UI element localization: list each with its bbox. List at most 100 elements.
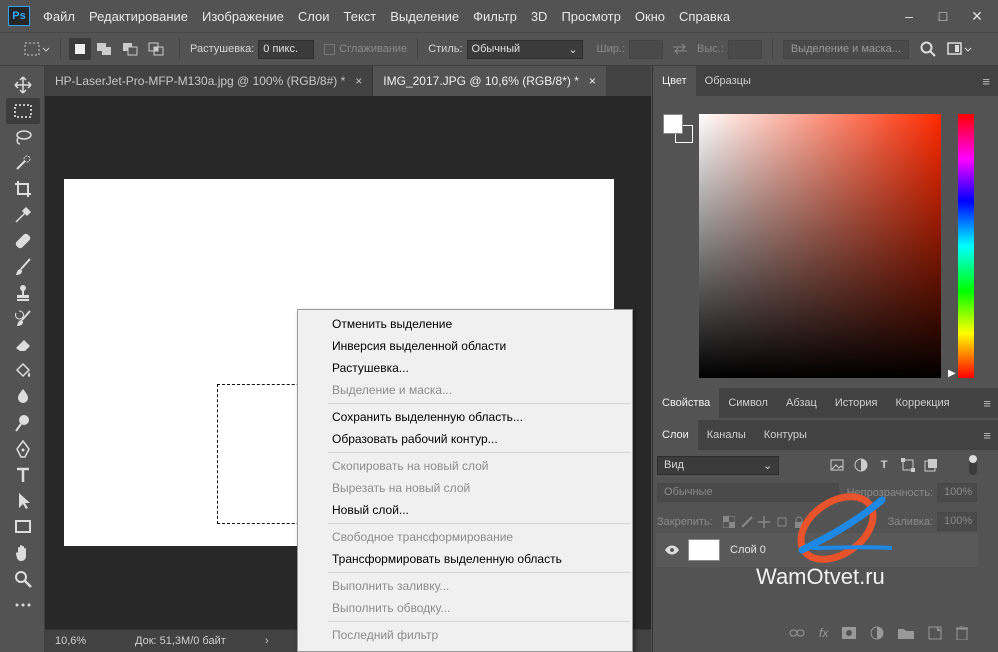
foreground-color-swatch[interactable] xyxy=(663,114,683,134)
quick-selection-tool-icon[interactable] xyxy=(6,150,40,176)
new-group-icon[interactable] xyxy=(898,626,915,640)
search-icon[interactable] xyxy=(913,41,943,57)
layer-style-icon[interactable]: fx xyxy=(819,626,828,640)
color-picker-field[interactable] xyxy=(699,114,941,378)
menu-item-deselect[interactable]: Отменить выделение xyxy=(298,313,632,335)
intersect-selection-icon[interactable] xyxy=(143,42,169,56)
close-icon[interactable]: × xyxy=(355,74,362,88)
menu-item-make-work-path[interactable]: Образовать рабочий контур... xyxy=(298,428,632,450)
menu-item-transform-selection[interactable]: Трансформировать выделенную область xyxy=(298,548,632,570)
menu-item-inverse[interactable]: Инверсия выделенной области xyxy=(298,335,632,357)
healing-brush-tool-icon[interactable] xyxy=(6,228,40,254)
more-tools-icon[interactable] xyxy=(6,592,40,618)
history-brush-tool-icon[interactable] xyxy=(6,306,40,332)
lock-pixels-icon[interactable] xyxy=(738,515,755,528)
clone-stamp-tool-icon[interactable] xyxy=(6,280,40,306)
fill-input[interactable]: 100% xyxy=(937,512,978,531)
menu-file[interactable]: Файл xyxy=(36,9,82,24)
brush-tool-icon[interactable] xyxy=(6,254,40,280)
menu-type[interactable]: Текст xyxy=(337,9,384,24)
type-tool-icon[interactable] xyxy=(6,462,40,488)
add-to-selection-icon[interactable] xyxy=(91,42,117,56)
menu-window[interactable]: Окно xyxy=(628,9,672,24)
menu-view[interactable]: Просмотр xyxy=(554,9,627,24)
layer-filter-select[interactable]: Вид ⌄ xyxy=(657,455,780,475)
close-window-button[interactable]: ✕ xyxy=(960,8,994,25)
menu-image[interactable]: Изображение xyxy=(195,9,291,24)
new-adjustment-layer-icon[interactable] xyxy=(870,626,884,640)
tab-properties[interactable]: Свойства xyxy=(653,388,720,418)
subtract-from-selection-icon[interactable] xyxy=(117,42,143,56)
move-tool-icon[interactable] xyxy=(6,72,40,98)
link-layers-icon[interactable] xyxy=(789,626,805,640)
swap-dimensions-icon[interactable] xyxy=(663,43,697,55)
blur-tool-icon[interactable] xyxy=(6,384,40,410)
tab-history[interactable]: История xyxy=(826,388,887,418)
dodge-tool-icon[interactable] xyxy=(6,410,40,436)
eyedropper-tool-icon[interactable] xyxy=(6,202,40,228)
layer-row[interactable]: Слой 0 xyxy=(656,533,978,567)
lock-artboard-icon[interactable] xyxy=(773,516,790,528)
opacity-input[interactable]: 100% xyxy=(937,483,977,502)
tab-adjustments[interactable]: Коррекция xyxy=(887,388,959,418)
panel-menu-icon[interactable]: ≡ xyxy=(982,74,990,89)
layer-name[interactable]: Слой 0 xyxy=(730,544,766,556)
crop-tool-icon[interactable] xyxy=(6,176,40,202)
tab-color[interactable]: Цвет xyxy=(653,66,696,96)
zoom-tool-icon[interactable] xyxy=(6,566,40,592)
filter-smart-object-icon[interactable] xyxy=(920,458,944,472)
close-icon[interactable]: × xyxy=(589,74,596,88)
menu-help[interactable]: Справка xyxy=(672,9,737,24)
new-layer-icon[interactable] xyxy=(928,626,942,640)
minimize-button[interactable]: – xyxy=(892,8,926,25)
trash-icon[interactable] xyxy=(956,626,969,640)
workspace-icon[interactable] xyxy=(943,42,977,56)
tab-layers[interactable]: Слои xyxy=(653,420,698,450)
maximize-button[interactable]: □ xyxy=(926,8,960,25)
filter-shape-icon[interactable] xyxy=(896,458,920,472)
panel-menu-icon[interactable]: ≡ xyxy=(983,428,991,443)
marquee-preset-icon[interactable] xyxy=(22,41,52,57)
feather-input[interactable]: 0 пикс. xyxy=(258,39,315,59)
menu-item-save-selection[interactable]: Сохранить выделенную область... xyxy=(298,406,632,428)
menu-item-new-layer[interactable]: Новый слой... xyxy=(298,499,632,521)
lock-position-icon[interactable] xyxy=(756,515,773,528)
path-selection-tool-icon[interactable] xyxy=(6,488,40,514)
lock-transparent-icon[interactable] xyxy=(721,515,738,528)
hand-tool-icon[interactable] xyxy=(6,540,40,566)
style-select[interactable]: Обычный ⌄ xyxy=(466,39,583,59)
menu-3d[interactable]: 3D xyxy=(524,9,555,24)
eye-icon[interactable] xyxy=(662,545,682,555)
hue-slider-handle-icon[interactable]: ▶ xyxy=(948,368,956,379)
rectangle-tool-icon[interactable] xyxy=(6,514,40,540)
lock-all-icon[interactable] xyxy=(790,516,807,528)
new-selection-icon[interactable] xyxy=(69,38,91,60)
add-mask-icon[interactable] xyxy=(842,626,857,640)
tab-paragraph[interactable]: Абзац xyxy=(777,388,826,418)
tab-hp-laserjet[interactable]: HP-LaserJet-Pro-MFP-M130a.jpg @ 100% (RG… xyxy=(45,66,374,96)
zoom-level[interactable]: 10,6% xyxy=(55,635,135,647)
panel-menu-icon[interactable]: ≡ xyxy=(983,396,991,411)
menu-item-feather[interactable]: Растушевка... xyxy=(298,357,632,379)
menu-edit[interactable]: Редактирование xyxy=(82,9,195,24)
hue-slider[interactable] xyxy=(958,114,974,378)
pen-tool-icon[interactable] xyxy=(6,436,40,462)
menu-layers[interactable]: Слои xyxy=(291,9,337,24)
lasso-tool-icon[interactable] xyxy=(6,124,40,150)
tab-character[interactable]: Символ xyxy=(719,388,777,418)
eraser-tool-icon[interactable] xyxy=(6,332,40,358)
menu-filter[interactable]: Фильтр xyxy=(466,9,524,24)
paint-bucket-tool-icon[interactable] xyxy=(6,358,40,384)
height-input[interactable] xyxy=(727,39,762,59)
status-menu-arrow[interactable]: › xyxy=(265,635,269,647)
filter-toggle-switch[interactable] xyxy=(969,455,978,475)
filter-adjustment-icon[interactable] xyxy=(849,458,873,472)
rectangular-marquee-tool-icon[interactable] xyxy=(6,98,40,124)
tab-paths[interactable]: Контуры xyxy=(755,420,816,450)
menu-select[interactable]: Выделение xyxy=(383,9,466,24)
filter-pixel-icon[interactable] xyxy=(825,459,849,471)
filter-type-icon[interactable]: T xyxy=(872,459,896,471)
tab-channels[interactable]: Каналы xyxy=(698,420,755,450)
tab-swatches[interactable]: Образцы xyxy=(696,66,760,96)
select-and-mask-button[interactable]: Выделение и маска... xyxy=(782,39,909,59)
